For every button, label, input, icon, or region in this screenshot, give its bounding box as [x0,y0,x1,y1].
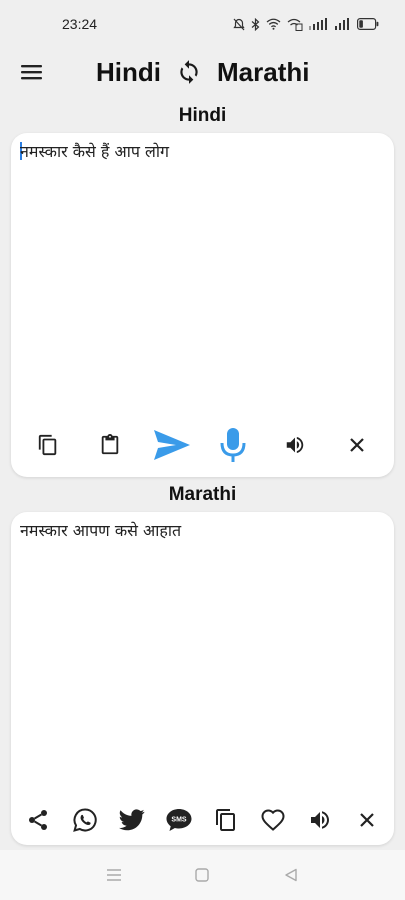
hamburger-menu-icon[interactable] [20,62,44,82]
status-bar: 23:24 [0,0,405,48]
target-language-button[interactable]: Marathi [217,57,309,88]
source-language-label: Hindi [178,105,227,126]
favorite-icon[interactable] [251,798,295,842]
recent-apps-icon[interactable] [94,855,134,895]
bluetooth-icon [251,17,260,31]
source-actions [11,423,394,467]
whatsapp-icon[interactable] [63,798,107,842]
clear-icon[interactable] [335,423,379,467]
microphone-icon[interactable] [211,423,255,467]
sms-icon[interactable]: SMS [157,798,201,842]
signal-strength-icon [309,18,329,30]
battery-icon [357,18,379,30]
home-icon[interactable] [182,855,222,895]
status-time: 23:24 [62,16,98,32]
source-text-input[interactable]: नमस्कार कैसे हैं आप लोग [20,141,384,163]
wifi-calling-icon [287,18,303,31]
source-card: नमस्कार कैसे हैं आप लोग [11,133,394,477]
svg-text:SMS: SMS [171,817,187,824]
swap-languages-icon[interactable] [175,58,203,86]
copy-translation-icon[interactable] [204,798,248,842]
share-icon[interactable] [16,798,60,842]
mute-icon [233,18,245,31]
target-language-label: Marathi [168,484,237,505]
speaker-translation-icon[interactable] [298,798,342,842]
speaker-icon[interactable] [273,423,317,467]
clear-translation-icon[interactable] [345,798,389,842]
paste-icon[interactable] [88,423,132,467]
source-language-button[interactable]: Hindi [96,57,161,88]
target-actions: SMS [11,798,394,842]
translation-output: नमस्कार आपण कसे आहात [20,521,182,540]
wifi-icon [266,18,281,30]
language-selector: Hindi Marathi [96,56,309,88]
source-text: नमस्कार कैसे हैं आप लोग [20,142,170,161]
copy-icon[interactable] [26,423,70,467]
send-icon[interactable] [150,423,194,467]
system-navigation-bar [0,850,405,900]
app-toolbar: Hindi Marathi [0,48,405,96]
status-icons [233,17,379,31]
twitter-icon[interactable] [110,798,154,842]
signal-strength-icon-2 [335,18,351,30]
target-card: नमस्कार आपण कसे आहात SMS [11,512,394,845]
back-icon[interactable] [271,855,311,895]
